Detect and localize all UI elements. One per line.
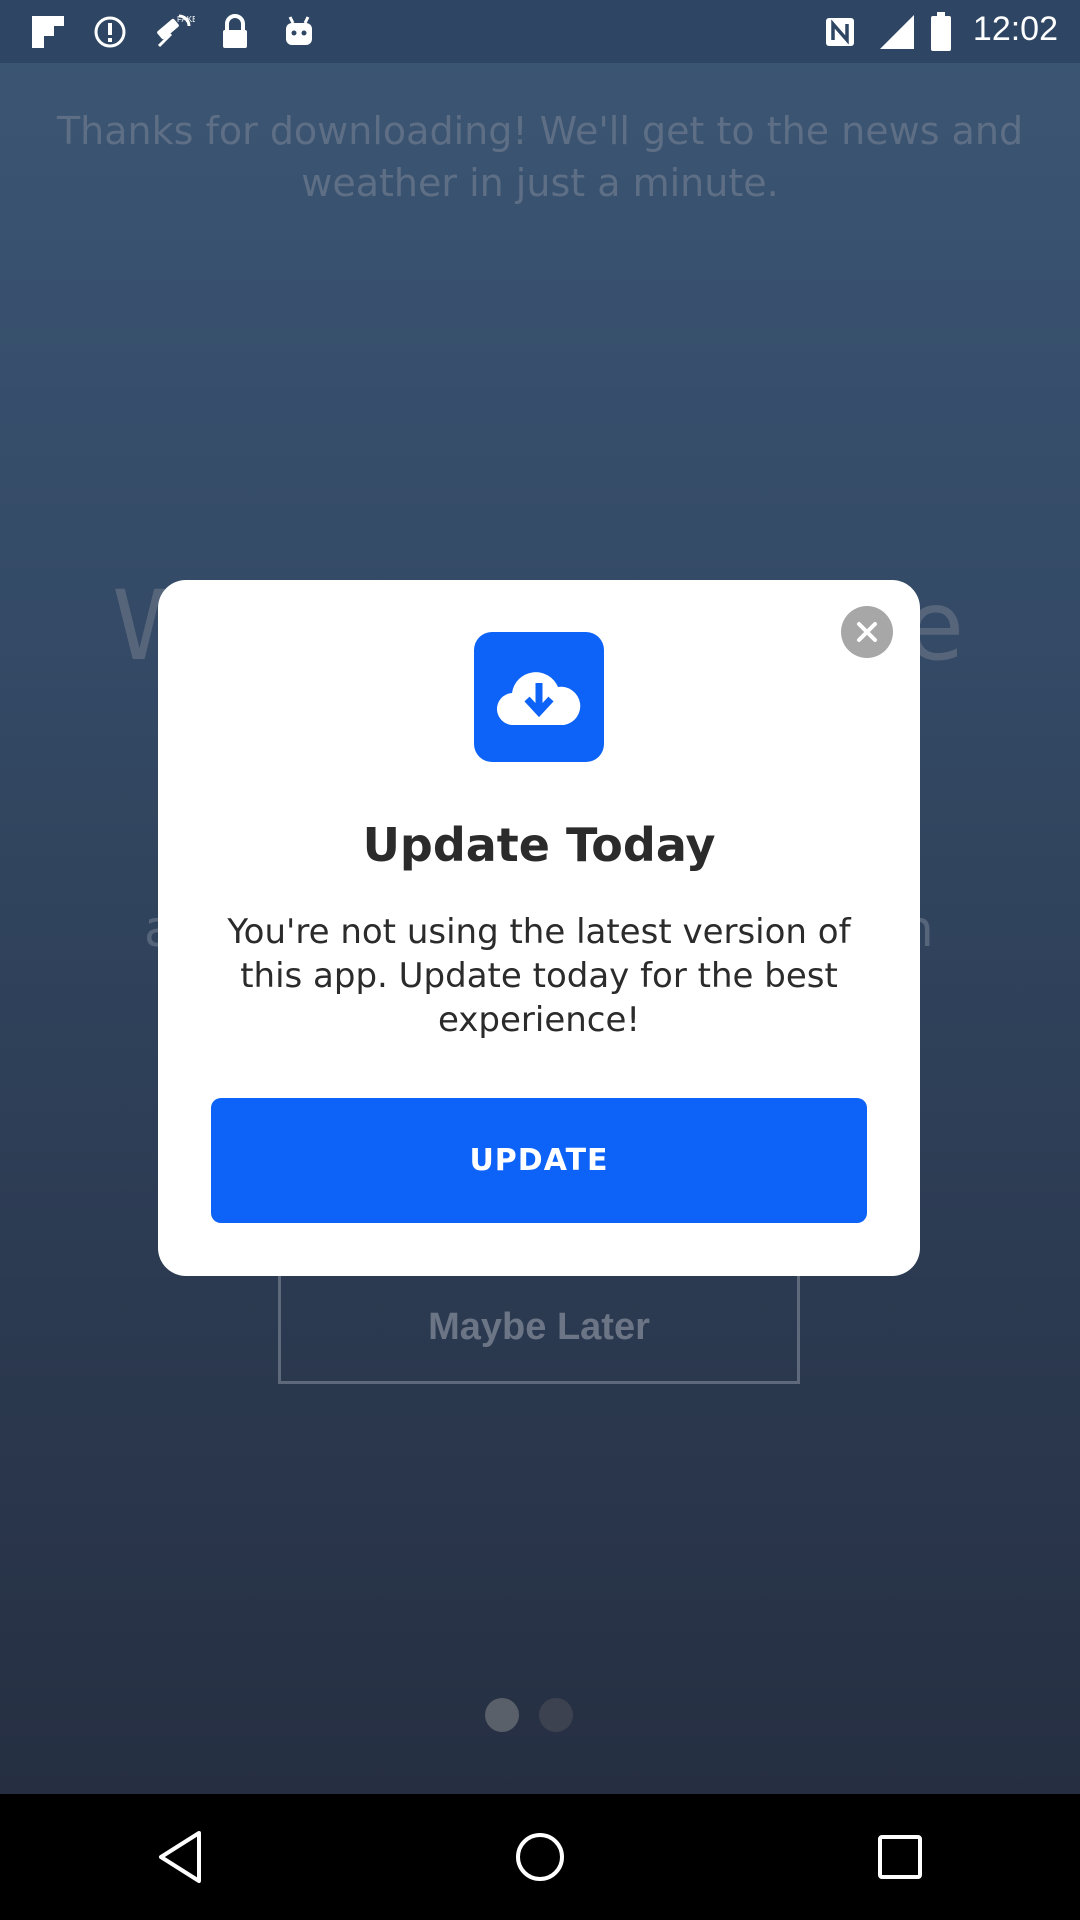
app-icon (474, 632, 604, 762)
battery-icon (928, 12, 954, 52)
recents-button[interactable] (840, 1807, 960, 1907)
circle-exclaim-icon (90, 12, 130, 52)
recents-icon (878, 1835, 922, 1879)
close-button[interactable] (841, 606, 893, 658)
intro-text: Thanks for downloading! We'll get to the… (56, 109, 1024, 205)
svg-text:FAKE: FAKE (177, 15, 195, 24)
flipboard-icon (28, 12, 68, 52)
cloud-download-icon (496, 672, 581, 726)
update-button[interactable]: UPDATE (211, 1098, 867, 1223)
nfc-icon (820, 12, 860, 52)
page-dot-active[interactable] (485, 1698, 519, 1732)
page-dot[interactable] (539, 1698, 573, 1732)
navigation-bar (0, 1794, 1080, 1920)
home-icon (516, 1833, 564, 1881)
update-dialog: Update Today You're not using the latest… (158, 580, 920, 1276)
dialog-message: You're not using the latest version of t… (227, 912, 851, 1040)
fake-gps-icon: FAKE (150, 12, 196, 52)
maybe-later-button[interactable]: Maybe Later (278, 1270, 800, 1384)
signal-icon (876, 12, 918, 52)
dialog-title: Update Today (362, 818, 716, 872)
status-bar: FAKE 12:02 (0, 0, 1080, 63)
screen: FAKE 12:02 Thanks for downloading! We'll… (0, 0, 1080, 1794)
android-icon (280, 12, 318, 52)
clock: 12:02 (972, 10, 1058, 48)
page-indicator (485, 1698, 573, 1732)
lock-icon (218, 12, 252, 52)
close-icon (857, 622, 877, 642)
back-button[interactable] (120, 1807, 240, 1907)
home-button[interactable] (480, 1807, 600, 1907)
back-icon (159, 1831, 201, 1883)
